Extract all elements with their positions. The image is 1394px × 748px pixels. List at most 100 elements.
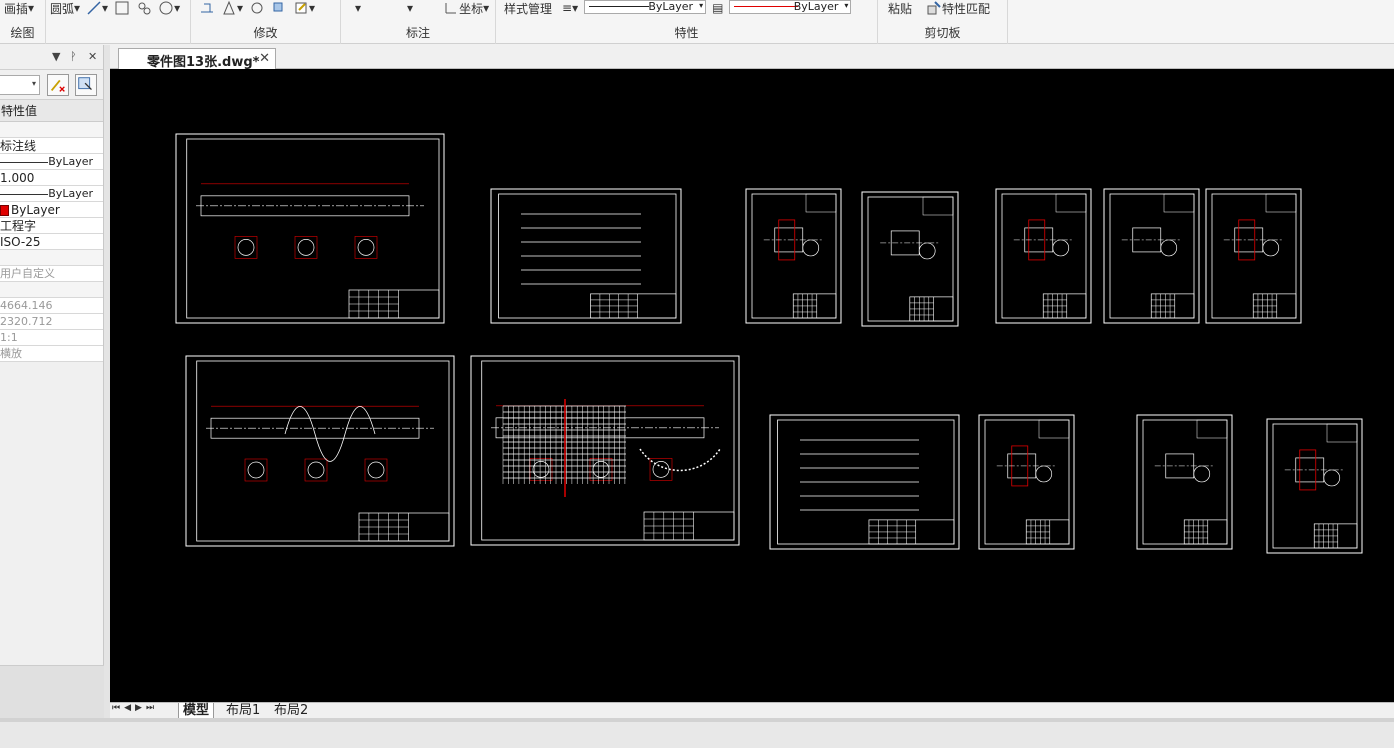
select-objects-icon <box>78 77 92 91</box>
drawing-sheet[interactable] <box>175 133 445 324</box>
group-label-annotate: 标注 <box>405 26 430 40</box>
region-icon[interactable]: ▾ <box>158 0 180 16</box>
drawing-canvas[interactable] <box>110 69 1394 702</box>
drawing-sheet[interactable] <box>978 414 1075 550</box>
document-tab[interactable]: 零件图13张.dwg* ✕ <box>118 48 276 70</box>
property-value: 4664.146 <box>0 299 53 312</box>
linetype-value: ByLayer <box>648 0 694 13</box>
rotate-icon[interactable] <box>249 0 265 16</box>
layout-nav-buttons[interactable]: ⏮◀▶⏭ <box>112 703 158 713</box>
ordinate-button[interactable]: 坐标 ▾ <box>443 0 489 16</box>
drawing-sheet[interactable] <box>769 414 960 550</box>
property-value: ByLayer <box>48 155 93 168</box>
property-row[interactable]: 用户自定义 <box>0 266 103 282</box>
linetype-select[interactable]: ByLayer ▾ <box>584 0 707 14</box>
select-objects-button[interactable] <box>75 74 97 96</box>
drawing-sheet[interactable] <box>470 355 740 546</box>
dimension-icon[interactable]: ▾ <box>355 0 361 16</box>
ribbon-group-properties: 样式管理 ≡▾ ByLayer ▾ ▤ ByLayer ▾ 特性 <box>496 0 878 44</box>
property-row[interactable] <box>0 250 103 266</box>
chevron-down-icon: ▾ <box>844 1 849 10</box>
brush-icon <box>927 1 941 15</box>
style-manager-button[interactable]: 样式管理 <box>504 0 552 16</box>
color-swatch <box>0 205 9 216</box>
drawing-sheet[interactable] <box>861 191 959 327</box>
color-value: ByLayer <box>793 0 839 13</box>
object-type-select[interactable]: ▾ <box>0 75 40 95</box>
tool-label: 画插 <box>4 1 29 16</box>
property-row[interactable]: ISO-25 <box>0 234 103 250</box>
group-label-modify: 修改 <box>253 26 278 40</box>
drawing-sheets <box>175 133 1363 554</box>
ribbon-tool-arc[interactable]: 圆弧 ▾ <box>50 0 80 16</box>
linetype-preview <box>589 6 650 7</box>
tab-layout2[interactable]: 布局2 <box>270 703 312 719</box>
property-row[interactable]: ByLayer <box>0 186 103 202</box>
screw-detail <box>284 406 376 462</box>
close-icon[interactable]: ✕ <box>259 51 270 66</box>
ribbon-group-draw: 画插 ▾ 绘图 <box>0 0 46 44</box>
drawing-sheet[interactable] <box>1266 418 1363 554</box>
property-value: 横放 <box>0 347 22 360</box>
property-row[interactable] <box>0 282 103 298</box>
ribbon-group-annotate: ▾ ▾ 坐标 ▾ 标注 <box>341 0 496 44</box>
drawing-sheet[interactable] <box>490 188 682 324</box>
paste-button[interactable]: 粘贴 <box>888 0 912 16</box>
drawing-sheet[interactable] <box>1103 188 1200 324</box>
group-label-draw: 绘图 <box>10 26 35 40</box>
property-row[interactable]: ByLayer <box>0 202 103 218</box>
drawing-sheet[interactable] <box>185 355 455 547</box>
property-value: ByLayer <box>11 203 60 217</box>
tab-model[interactable]: 模型 <box>178 703 215 719</box>
drawing-sheet[interactable] <box>1136 414 1233 550</box>
document-tab-bar: 零件图13张.dwg* ✕ <box>110 45 1394 70</box>
ribbon-tool-draw[interactable]: 画插 ▾ <box>4 0 34 16</box>
chevron-down-icon: ▾ <box>31 79 36 88</box>
leader-icon[interactable]: ▾ <box>407 0 413 16</box>
property-value: 用户自定义 <box>0 267 55 280</box>
drawing-sheet[interactable] <box>1205 188 1302 324</box>
panel-toolbar: ▾ <box>0 70 103 100</box>
property-row[interactable]: 1:1 <box>0 330 103 346</box>
property-row[interactable]: 1.000 <box>0 170 103 186</box>
chevron-down-icon: ▾ <box>699 1 704 10</box>
property-row[interactable]: 工程字 <box>0 218 103 234</box>
scale-icon[interactable]: ▾ <box>221 0 243 16</box>
panel-header: ▼ ᚹ ✕ <box>0 45 103 70</box>
property-row[interactable]: ByLayer <box>0 154 103 170</box>
property-list: 标注线 ByLayer 1.000 ByLayer ByLayer 工程字 ISO-25 用户… <box>0 122 103 362</box>
copy-icon[interactable] <box>271 0 287 16</box>
properties-panel: ▼ ᚹ ✕ ▾ 特性值 标注线 ByLayer 1.000 ByLayer ByLaye… <box>0 45 104 718</box>
document-tab-label: 零件图13张.dwg* <box>147 55 260 70</box>
group-label-clipboard: 剪切板 <box>924 26 961 40</box>
pin-icon[interactable]: ᚹ <box>70 50 77 63</box>
stretch-icon[interactable] <box>199 0 215 16</box>
property-value: 1.000 <box>0 171 35 185</box>
tab-layout1[interactable]: 布局1 <box>222 703 264 719</box>
property-row[interactable]: 横放 <box>0 346 103 362</box>
panel-menu-icon[interactable]: ▼ <box>52 50 60 63</box>
layer-icon[interactable]: ▤ <box>712 0 723 16</box>
match-properties-button[interactable]: 特性匹配 <box>926 0 990 16</box>
property-row[interactable] <box>0 122 103 138</box>
property-value-header: 特性值 <box>0 100 103 122</box>
drawing-sheet[interactable] <box>745 188 842 324</box>
property-value: 2320.712 <box>0 315 53 328</box>
ribbon-group-clipboard: 粘贴 特性匹配 剪切板 <box>878 0 1008 44</box>
group-label-properties: 特性 <box>674 26 699 40</box>
close-icon[interactable]: ✕ <box>88 50 97 63</box>
color-select[interactable]: ByLayer ▾ <box>729 0 852 14</box>
edit-icon[interactable]: ▾ <box>293 0 315 16</box>
property-row[interactable]: 2320.712 <box>0 314 103 330</box>
drawing-sheet[interactable] <box>995 188 1092 324</box>
tool-label: 圆弧 <box>50 1 75 16</box>
line-icon[interactable]: ▾ <box>86 0 108 16</box>
toggle-pickadd-button[interactable] <box>47 74 69 96</box>
ribbon: 画插 ▾ 绘图 圆弧 ▾ ▾ ▾ ▾ ▾ 修改 ▾ ▾ 坐标 ▾ 标注 样式管理… <box>0 0 1394 44</box>
property-row[interactable]: 4664.146 <box>0 298 103 314</box>
group-icon[interactable] <box>136 0 152 16</box>
lineweight-icon[interactable]: ≡▾ <box>562 0 578 16</box>
linetype-preview <box>0 194 48 195</box>
hatch-icon[interactable] <box>114 0 130 16</box>
property-row[interactable]: 标注线 <box>0 138 103 154</box>
